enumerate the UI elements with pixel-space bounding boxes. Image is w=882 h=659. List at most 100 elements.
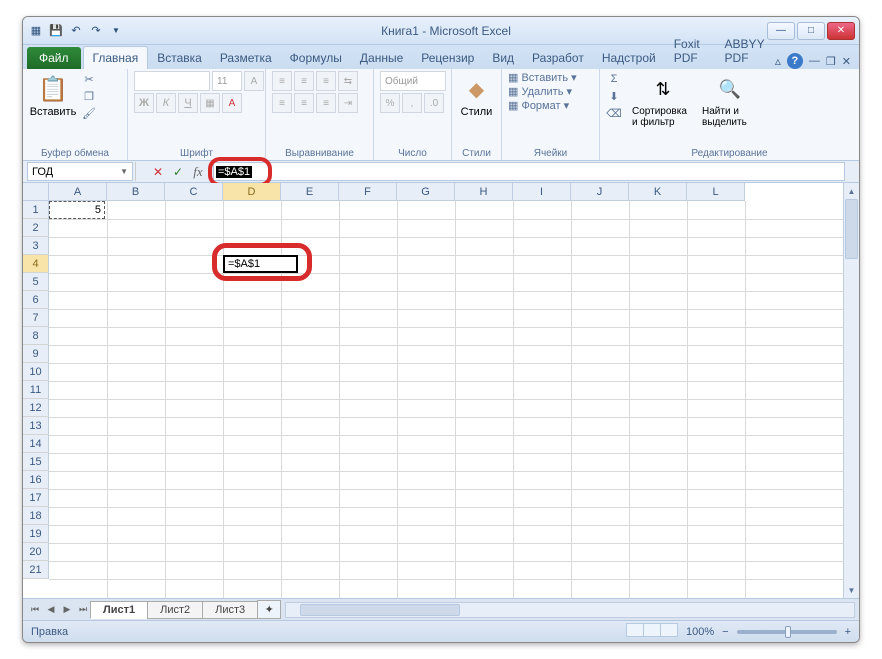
doc-minimize-icon[interactable]: — <box>809 55 820 67</box>
name-box[interactable]: ГОД▼ <box>27 162 133 181</box>
sheet-nav-first[interactable]: ⏮ <box>27 602 43 618</box>
cells-area[interactable]: 5 =$A$1 <box>49 201 843 598</box>
row-head-13[interactable]: 13 <box>23 417 49 435</box>
col-head-I[interactable]: I <box>513 183 571 201</box>
tab-developer[interactable]: Разработ <box>523 47 593 69</box>
doc-restore-icon[interactable]: ❐ <box>826 55 836 68</box>
tab-formulas[interactable]: Формулы <box>281 47 351 69</box>
row-head-18[interactable]: 18 <box>23 507 49 525</box>
row-head-15[interactable]: 15 <box>23 453 49 471</box>
cell-a1[interactable]: 5 <box>49 201 105 219</box>
tab-layout[interactable]: Разметка <box>211 47 281 69</box>
qat-dropdown-icon[interactable]: ▼ <box>107 22 125 40</box>
row-head-9[interactable]: 9 <box>23 345 49 363</box>
format-cells-button[interactable]: ▦ Формат ▾ <box>508 99 569 112</box>
paste-button[interactable]: 📋 Вставить <box>29 71 77 120</box>
tab-foxit[interactable]: Foxit PDF <box>665 33 716 69</box>
row-head-6[interactable]: 6 <box>23 291 49 309</box>
row-head-20[interactable]: 20 <box>23 543 49 561</box>
row-head-10[interactable]: 10 <box>23 363 49 381</box>
format-painter-icon[interactable]: 🖌 <box>81 105 97 121</box>
tab-view[interactable]: Вид <box>483 47 523 69</box>
accept-formula-icon[interactable]: ✓ <box>169 163 187 181</box>
scroll-down-icon[interactable]: ▼ <box>844 582 859 598</box>
row-head-4[interactable]: 4 <box>23 255 49 273</box>
delete-cells-button[interactable]: ▦ Удалить ▾ <box>508 85 572 98</box>
copy-icon[interactable]: ❐ <box>81 88 97 104</box>
col-head-A[interactable]: A <box>49 183 107 201</box>
col-head-F[interactable]: F <box>339 183 397 201</box>
tab-data[interactable]: Данные <box>351 47 412 69</box>
undo-icon[interactable]: ↶ <box>67 22 85 40</box>
col-head-J[interactable]: J <box>571 183 629 201</box>
tab-addins[interactable]: Надстрой <box>593 47 665 69</box>
row-head-21[interactable]: 21 <box>23 561 49 579</box>
sheet-nav-next[interactable]: ▶ <box>59 602 75 618</box>
row-head-8[interactable]: 8 <box>23 327 49 345</box>
zoom-in-button[interactable]: + <box>845 626 851 638</box>
view-buttons[interactable] <box>627 623 678 640</box>
row-head-1[interactable]: 1 <box>23 201 49 219</box>
scroll-up-icon[interactable]: ▲ <box>844 183 859 199</box>
new-sheet-button[interactable]: ✦ <box>257 600 281 619</box>
row-head-17[interactable]: 17 <box>23 489 49 507</box>
row-head-3[interactable]: 3 <box>23 237 49 255</box>
col-head-B[interactable]: B <box>107 183 165 201</box>
fill-icon[interactable]: ⬇ <box>606 88 622 104</box>
col-head-H[interactable]: H <box>455 183 513 201</box>
scroll-thumb[interactable] <box>845 199 858 259</box>
horizontal-scrollbar[interactable] <box>285 602 855 618</box>
col-head-E[interactable]: E <box>281 183 339 201</box>
row-head-5[interactable]: 5 <box>23 273 49 291</box>
italic-button[interactable]: К <box>156 93 176 113</box>
clear-icon[interactable]: ⌫ <box>606 105 622 121</box>
styles-button[interactable]: ◆Стили <box>458 71 495 120</box>
number-format[interactable]: Общий <box>380 71 446 91</box>
tab-home[interactable]: Главная <box>83 46 149 69</box>
zoom-level[interactable]: 100% <box>686 626 714 638</box>
cell-d4-editing[interactable]: =$A$1 <box>223 255 298 273</box>
font-size[interactable]: 11 <box>212 71 242 91</box>
cut-icon[interactable]: ✂ <box>81 71 97 87</box>
sheet-tab-1[interactable]: Лист1 <box>90 601 148 619</box>
row-head-11[interactable]: 11 <box>23 381 49 399</box>
row-head-19[interactable]: 19 <box>23 525 49 543</box>
row-head-14[interactable]: 14 <box>23 435 49 453</box>
find-button[interactable]: 🔍Найти и выделить <box>700 71 760 130</box>
save-icon[interactable]: 💾 <box>47 22 65 40</box>
row-head-2[interactable]: 2 <box>23 219 49 237</box>
col-head-K[interactable]: K <box>629 183 687 201</box>
bold-button[interactable]: Ж <box>134 93 154 113</box>
insert-cells-button[interactable]: ▦ Вставить ▾ <box>508 71 577 84</box>
redo-icon[interactable]: ↷ <box>87 22 105 40</box>
maximize-button[interactable]: □ <box>797 22 825 40</box>
sheet-tab-3[interactable]: Лист3 <box>202 601 258 619</box>
tab-review[interactable]: Рецензир <box>412 47 483 69</box>
doc-close-icon[interactable]: ✕ <box>842 55 851 68</box>
formula-bar[interactable]: =$A$1 <box>213 162 845 181</box>
vertical-scrollbar[interactable]: ▲ ▼ <box>843 183 859 598</box>
col-head-G[interactable]: G <box>397 183 455 201</box>
col-head-L[interactable]: L <box>687 183 745 201</box>
minimize-ribbon-icon[interactable]: ▵ <box>775 54 781 68</box>
tab-insert[interactable]: Вставка <box>148 47 211 69</box>
sort-filter-button[interactable]: ⇅Сортировка и фильтр <box>630 71 696 130</box>
help-icon[interactable]: ? <box>787 53 803 69</box>
row-head-16[interactable]: 16 <box>23 471 49 489</box>
sheet-nav-last[interactable]: ⏭ <box>75 602 91 618</box>
sheet-tab-2[interactable]: Лист2 <box>147 601 203 619</box>
underline-button[interactable]: Ч <box>178 93 198 113</box>
col-head-C[interactable]: C <box>165 183 223 201</box>
fx-icon[interactable]: fx <box>189 163 207 181</box>
autosum-icon[interactable]: Σ <box>606 71 622 87</box>
zoom-out-button[interactable]: − <box>722 626 728 638</box>
close-button[interactable]: ✕ <box>827 22 855 40</box>
select-all-corner[interactable] <box>23 183 49 201</box>
zoom-slider[interactable] <box>737 630 837 634</box>
sheet-nav-prev[interactable]: ◀ <box>43 602 59 618</box>
file-tab[interactable]: Файл <box>27 47 81 69</box>
row-head-12[interactable]: 12 <box>23 399 49 417</box>
cancel-formula-icon[interactable]: ✕ <box>149 163 167 181</box>
col-head-D[interactable]: D <box>223 183 281 201</box>
row-head-7[interactable]: 7 <box>23 309 49 327</box>
